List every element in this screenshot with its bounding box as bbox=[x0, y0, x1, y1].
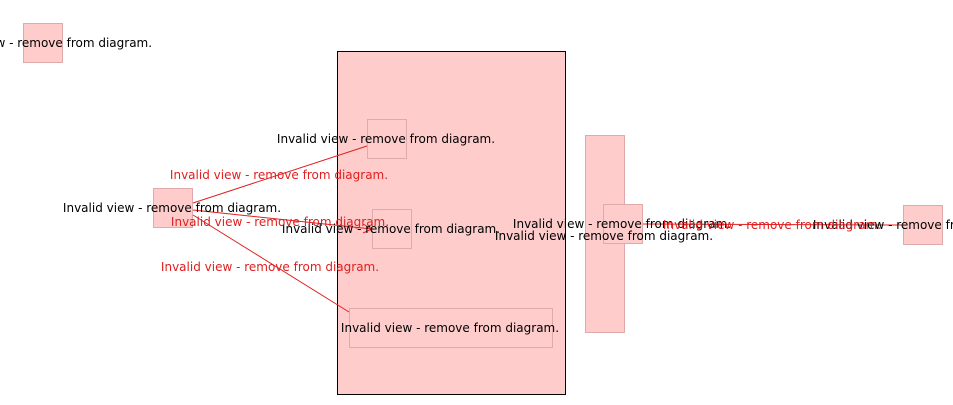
left-node-label: Invalid view - remove from diagram. bbox=[62, 201, 282, 215]
inner-bottom-node-label: Invalid view - remove from diagram. bbox=[340, 321, 560, 335]
inner-top-node-label: Invalid view - remove from diagram. bbox=[276, 132, 496, 146]
edge-label-left-to-inner-mid: Invalid view - remove from diagram. bbox=[170, 215, 390, 229]
edge-label-column-to-right: Invalid view - remove from diagram. bbox=[662, 218, 882, 232]
edge-label-left-to-inner-bottom: Invalid view - remove from diagram. bbox=[160, 260, 380, 274]
diagram-canvas: Invalid view - remove from diagram. Inva… bbox=[0, 0, 953, 405]
topleft-node-label: Invalid view - remove from diagram. bbox=[0, 36, 153, 50]
edge-label-left-to-inner-top: Invalid view - remove from diagram. bbox=[169, 168, 389, 182]
